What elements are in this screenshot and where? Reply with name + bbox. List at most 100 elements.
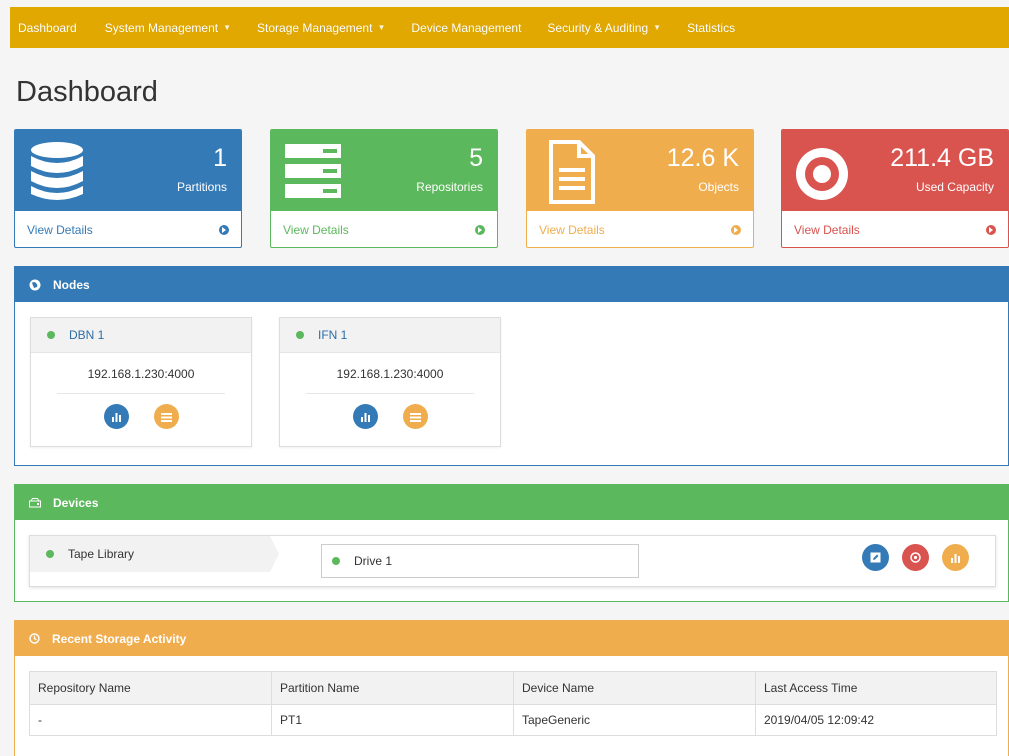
nav-device-management-label: Device Management <box>411 20 522 35</box>
status-online-icon <box>46 550 54 558</box>
view-details-link[interactable]: View Details <box>15 211 241 247</box>
last-access-cell: 2019/04/05 12:09:42 <box>755 704 997 736</box>
status-online-icon <box>47 331 55 339</box>
partition-link[interactable]: PT1 <box>271 704 514 736</box>
nodes-panel-header: Nodes <box>15 267 1008 302</box>
edit-icon <box>870 552 881 563</box>
devices-panel-title: Devices <box>53 495 99 510</box>
stat-value: 5 <box>469 144 483 172</box>
bar-chart-icon <box>111 412 121 422</box>
arrow-circle-right-icon <box>475 225 485 235</box>
node-ip: 192.168.1.230:4000 <box>336 367 444 381</box>
hdd-icon <box>29 497 41 508</box>
nodes-panel-title: Nodes <box>53 277 90 292</box>
node-card-ifn1: IFN 1 192.168.1.230:4000 <box>279 317 501 447</box>
view-details-link[interactable]: View Details <box>271 211 497 247</box>
nav-system-management-label: System Management <box>104 20 219 35</box>
devices-panel-header: Devices <box>15 485 1008 520</box>
activity-panel: Recent Storage Activity Repository Name … <box>14 620 1009 756</box>
drive-item[interactable]: Drive 1 <box>321 544 639 578</box>
device-target-button[interactable] <box>902 544 929 571</box>
divider <box>306 393 474 394</box>
view-details-label: View Details <box>794 223 860 237</box>
table-header-row: Repository Name Partition Name Device Na… <box>29 671 997 705</box>
stat-card-partitions: 1 Partitions View Details <box>14 129 242 248</box>
server-icon <box>285 144 341 198</box>
node-name: DBN 1 <box>69 328 105 342</box>
caret-down-icon: ▼ <box>223 23 232 32</box>
stat-label: Objects <box>698 180 739 194</box>
node-list-button[interactable] <box>402 404 428 429</box>
document-icon <box>549 140 595 204</box>
library-name: Tape Library <box>68 547 135 561</box>
drive-name: Drive 1 <box>354 554 393 568</box>
list-icon <box>160 412 172 422</box>
bar-chart-icon <box>360 412 370 422</box>
devices-panel: Devices Tape Library Drive 1 <box>14 484 1009 602</box>
globe-icon <box>29 279 41 291</box>
stat-label: Partitions <box>176 180 227 194</box>
view-details-label: View Details <box>283 223 349 237</box>
status-online-icon <box>332 557 340 565</box>
nav-statistics-label: Statistics <box>687 20 736 35</box>
device-edit-button[interactable] <box>862 544 889 571</box>
device-stats-button[interactable] <box>942 544 969 571</box>
arrow-circle-right-icon <box>731 225 741 235</box>
nav-device-management[interactable]: Device Management <box>411 21 521 35</box>
nav-storage-management-label: Storage Management <box>257 20 373 35</box>
repository-cell: - <box>29 704 272 736</box>
activity-table: Repository Name Partition Name Device Na… <box>29 671 997 736</box>
column-header[interactable]: Last Access Time <box>755 671 997 705</box>
stat-card-repositories: 5 Repositories View Details <box>270 129 498 248</box>
node-ip: 192.168.1.230:4000 <box>87 367 195 381</box>
node-card-header[interactable]: IFN 1 <box>280 318 500 353</box>
column-header[interactable]: Partition Name <box>271 671 514 705</box>
view-details-label: View Details <box>539 223 605 237</box>
activity-panel-title: Recent Storage Activity <box>52 631 187 646</box>
node-stats-button[interactable] <box>352 404 378 429</box>
nav-dashboard-label: Dashboard <box>18 20 77 35</box>
stat-value: 211.4 GB <box>890 144 994 172</box>
nav-storage-management[interactable]: Storage Management ▼ <box>257 21 385 35</box>
stat-value: 12.6 K <box>666 144 739 172</box>
stat-label: Repositories <box>416 180 483 194</box>
node-stats-button[interactable] <box>103 404 129 429</box>
node-list-button[interactable] <box>153 404 179 429</box>
node-card-header[interactable]: DBN 1 <box>31 318 251 353</box>
arrow-circle-right-icon <box>219 225 229 235</box>
column-header[interactable]: Repository Name <box>29 671 272 705</box>
view-details-label: View Details <box>27 223 93 237</box>
activity-panel-header: Recent Storage Activity <box>15 621 1008 656</box>
nav-dashboard[interactable]: Dashboard <box>18 21 77 35</box>
stat-value: 1 <box>213 144 227 172</box>
clock-icon <box>29 633 40 644</box>
node-name: IFN 1 <box>318 328 348 342</box>
arrow-circle-right-icon <box>986 225 996 235</box>
nav-statistics[interactable]: Statistics <box>687 21 735 35</box>
stat-label: Used Capacity <box>915 180 994 194</box>
node-card-dbn1: DBN 1 192.168.1.230:4000 <box>30 317 252 447</box>
column-header[interactable]: Device Name <box>513 671 756 705</box>
tape-library-item[interactable]: Tape Library <box>30 536 279 572</box>
divider <box>57 393 225 394</box>
target-icon <box>910 552 921 563</box>
table-row: - PT1 TapeGeneric 2019/04/05 12:09:42 <box>29 704 997 736</box>
view-details-link[interactable]: View Details <box>527 211 753 247</box>
stat-card-used-capacity: 211.4 GB Used Capacity View Details <box>781 129 1009 248</box>
status-online-icon <box>296 331 304 339</box>
target-icon <box>796 148 848 200</box>
view-details-link[interactable]: View Details <box>782 211 1008 247</box>
bar-chart-icon <box>951 553 960 563</box>
list-icon <box>409 412 421 422</box>
nodes-panel: Nodes DBN 1 192.168.1.230:4000 IFN 1 192… <box>14 266 1009 466</box>
page-title: Dashboard <box>16 76 158 108</box>
top-navbar: Dashboard System Management ▼ Storage Man… <box>10 7 1009 48</box>
device-cell: TapeGeneric <box>513 704 756 736</box>
stat-card-objects: 12.6 K Objects View Details <box>526 129 754 248</box>
database-icon <box>31 142 83 200</box>
nav-security-auditing[interactable]: Security & Auditing ▼ <box>547 21 661 35</box>
device-row: Tape Library Drive 1 <box>29 535 996 587</box>
nav-system-management[interactable]: System Management ▼ <box>105 21 231 35</box>
caret-down-icon: ▼ <box>653 23 662 32</box>
nav-security-auditing-label: Security & Auditing <box>547 20 649 35</box>
